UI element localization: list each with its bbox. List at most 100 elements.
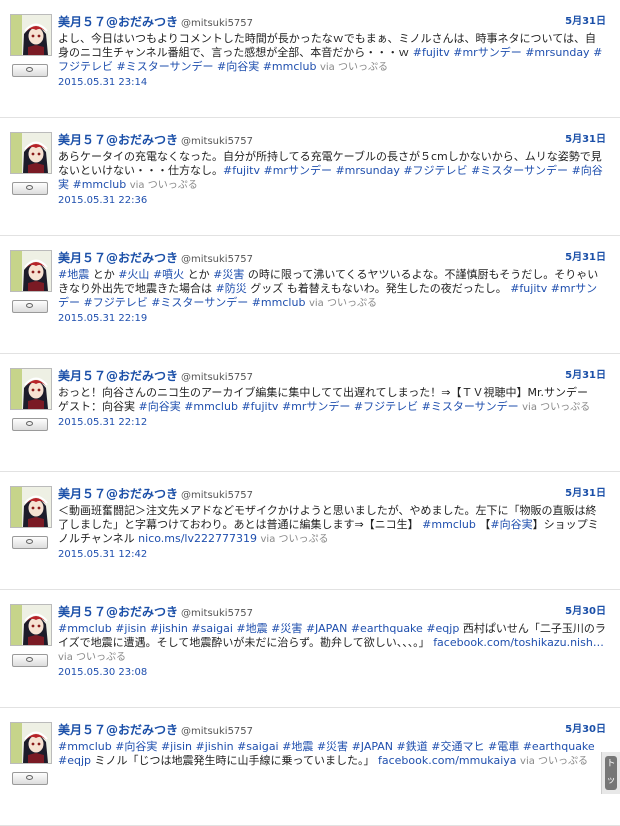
avatar[interactable]	[10, 250, 52, 292]
hashtag-link[interactable]: #eqjp	[426, 622, 459, 635]
hashtag-link[interactable]: #ミスターサンデー	[151, 296, 248, 309]
tweet-timestamp[interactable]: 2015.05.31 22:12	[58, 417, 606, 428]
user-name[interactable]: 美月５７@おだみつき	[58, 723, 178, 737]
tweet-timestamp[interactable]: 2015.05.31 22:19	[58, 313, 606, 324]
tweet-action-button[interactable]	[12, 654, 48, 667]
hashtag-link[interactable]: #eqjp	[58, 754, 91, 767]
tweet-date[interactable]: 5月31日	[565, 132, 606, 148]
user-name[interactable]: 美月５７@おだみつき	[58, 133, 178, 147]
avatar[interactable]	[10, 368, 52, 410]
tweet-timestamp[interactable]: 2015.05.31 23:14	[58, 77, 606, 88]
hashtag-link[interactable]: #向谷実	[217, 60, 259, 73]
avatar[interactable]	[10, 604, 52, 646]
hashtag-link[interactable]: #鉄道	[397, 740, 428, 753]
via-client[interactable]: via ついっぷる	[320, 62, 388, 73]
hashtag-link[interactable]: #jishin	[150, 622, 188, 635]
hashtag-link[interactable]: #電車	[488, 740, 519, 753]
avatar[interactable]	[10, 14, 52, 56]
hashtag-link[interactable]: #mrサンデー	[282, 400, 350, 413]
user-name[interactable]: 美月５７@おだみつき	[58, 251, 178, 265]
hashtag-link[interactable]: #mmclub	[263, 60, 317, 73]
hashtag-link[interactable]: #地震	[236, 622, 267, 635]
user-name[interactable]: 美月５７@おだみつき	[58, 487, 178, 501]
user-name[interactable]: 美月５７@おだみつき	[58, 15, 178, 29]
hashtag-link[interactable]: #mrサンデー	[264, 164, 332, 177]
hashtag-link[interactable]: #災害	[271, 622, 302, 635]
tweet-date[interactable]: 5月31日	[565, 368, 606, 384]
via-client[interactable]: via ついっぷる	[130, 180, 198, 191]
via-client[interactable]: via ついっぷる	[522, 402, 590, 413]
tweet-date[interactable]: 5月31日	[565, 250, 606, 266]
hashtag-link[interactable]: #jisin	[161, 740, 192, 753]
tweet-action-button[interactable]	[12, 772, 48, 785]
hashtag-link[interactable]: #フジテレビ	[354, 400, 418, 413]
via-client[interactable]: via ついっぷる	[520, 756, 588, 767]
tweet-timestamp[interactable]: 2015.05.31 12:42	[58, 549, 606, 560]
reply-icon	[26, 185, 33, 190]
hashtag-link[interactable]: #mmclub	[73, 178, 127, 191]
tweet-timestamp[interactable]: 2015.05.31 22:36	[58, 195, 606, 206]
hashtag-link[interactable]: #向谷実	[490, 518, 532, 531]
tweet-action-button[interactable]	[12, 418, 48, 431]
hashtag-link[interactable]: #earthquake	[351, 622, 423, 635]
hashtag-link[interactable]: #ミスターサンデー	[471, 164, 568, 177]
tweet-action-button[interactable]	[12, 536, 48, 549]
hashtag-link[interactable]: #jishin	[196, 740, 234, 753]
tweet-date[interactable]: 5月30日	[565, 604, 606, 620]
hashtag-link[interactable]: #フジテレビ	[403, 164, 467, 177]
tweet-action-button[interactable]	[12, 182, 48, 195]
via-client[interactable]: via ついっぷる	[261, 534, 329, 545]
tweet-date[interactable]: 5月31日	[565, 486, 606, 502]
hashtag-link[interactable]: #mmclub	[422, 518, 476, 531]
tweet-text: よし、今日はいつもよりコメントした時間が長かったなｗでもまぁ、ミノルさんは、時事…	[58, 32, 606, 75]
hashtag-link[interactable]: #防災	[216, 282, 247, 295]
tweet-header: 美月５７@おだみつき @mitsuki5757 5月31日	[58, 14, 606, 30]
hashtag-link[interactable]: #地震	[58, 268, 89, 281]
hashtag-link[interactable]: #JAPAN	[352, 740, 393, 753]
user-name[interactable]: 美月５７@おだみつき	[58, 369, 178, 383]
tweet-action-button[interactable]	[12, 300, 48, 313]
tweet-date[interactable]: 5月31日	[565, 14, 606, 30]
hashtag-link[interactable]: #saigai	[237, 740, 279, 753]
hashtag-link[interactable]: #mmclub	[252, 296, 306, 309]
avatar[interactable]	[10, 486, 52, 528]
tweet-timestamp[interactable]: 2015.05.30 23:08	[58, 667, 606, 678]
url-link[interactable]: facebook.com/toshikazu.nish…	[433, 636, 604, 649]
hashtag-link[interactable]: #災害	[213, 268, 244, 281]
url-link[interactable]: nico.ms/lv222777319	[138, 532, 257, 545]
hashtag-link[interactable]: #交通マヒ	[431, 740, 484, 753]
tweet-action-button[interactable]	[12, 64, 48, 77]
hashtag-link[interactable]: #地震	[282, 740, 313, 753]
hashtag-link[interactable]: #向谷実	[139, 400, 181, 413]
hashtag-link[interactable]: #mmclub	[58, 622, 112, 635]
hashtag-link[interactable]: #mmclub	[58, 740, 112, 753]
hashtag-link[interactable]: #fujitv	[413, 46, 450, 59]
hashtag-link[interactable]: #噴火	[153, 268, 184, 281]
hashtag-link[interactable]: #mrサンデー	[453, 46, 521, 59]
hashtag-link[interactable]: #mrsunday	[525, 46, 589, 59]
hashtag-link[interactable]: #mrsunday	[335, 164, 399, 177]
avatar[interactable]	[10, 132, 52, 174]
hashtag-link[interactable]: #フジテレビ	[84, 296, 148, 309]
scrollbar-thumb[interactable]: ト ッ	[605, 756, 617, 790]
hashtag-link[interactable]: #fujitv	[223, 164, 260, 177]
avatar[interactable]	[10, 722, 52, 764]
via-client[interactable]: via ついっぷる	[58, 652, 126, 663]
via-client[interactable]: via ついっぷる	[309, 298, 377, 309]
hashtag-link[interactable]: #fujitv	[241, 400, 278, 413]
tweet-date[interactable]: 5月30日	[565, 722, 606, 738]
hashtag-link[interactable]: #fujitv	[510, 282, 547, 295]
hashtag-link[interactable]: #mmclub	[184, 400, 238, 413]
hashtag-link[interactable]: #earthquake	[523, 740, 595, 753]
hashtag-link[interactable]: #JAPAN	[306, 622, 347, 635]
user-name[interactable]: 美月５７@おだみつき	[58, 605, 178, 619]
scrollbar[interactable]: ト ッ	[601, 752, 620, 794]
hashtag-link[interactable]: #向谷実	[115, 740, 157, 753]
hashtag-link[interactable]: #災害	[317, 740, 348, 753]
hashtag-link[interactable]: #火山	[118, 268, 149, 281]
hashtag-link[interactable]: #ミスターサンデー	[422, 400, 519, 413]
hashtag-link[interactable]: #jisin	[115, 622, 146, 635]
hashtag-link[interactable]: #saigai	[191, 622, 233, 635]
hashtag-link[interactable]: #ミスターサンデー	[117, 60, 214, 73]
url-link[interactable]: facebook.com/mmukaiya	[378, 754, 517, 767]
